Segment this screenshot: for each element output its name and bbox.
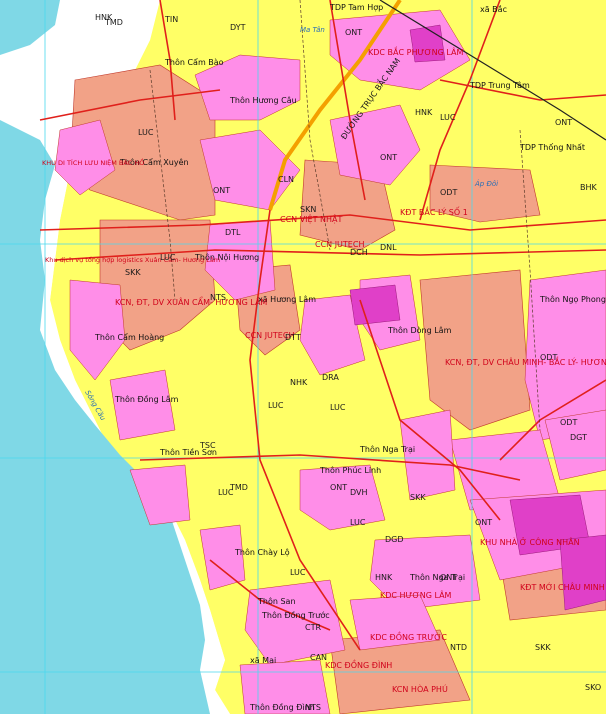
code-luc: LUC <box>290 568 306 577</box>
label-thon-dong-lam-2: Thôn Dòng Lâm <box>387 325 452 335</box>
code-luc: LUC <box>440 113 456 122</box>
code-luc: LUC <box>330 403 346 412</box>
code-cln: CLN <box>278 175 294 184</box>
road-ap-doi: Áp Đôi <box>474 179 498 188</box>
land-use-map[interactable]: xã Hương Lâm xã Bắc TDP Tam Hợp TDP Trun… <box>0 0 606 714</box>
code-odt: ODT <box>440 188 457 197</box>
label-xa-mai: xã Mai <box>250 656 276 665</box>
label-thon-nga-trai: Thôn Nga Trại <box>359 444 415 455</box>
code-hnk: HNK <box>375 573 393 582</box>
label-tdp-trung-tam: TDP Trung Tâm <box>469 81 530 90</box>
zone-kdt-chau-minh: KĐT MỚI CHÂU MINH - MAI ĐÌNH <box>520 581 606 592</box>
code-dgt: DGT <box>570 433 587 442</box>
label-tdp-tam-hop: TDP Tam Hợp <box>329 3 383 12</box>
code-nts: NTS <box>305 703 321 712</box>
code-ont: ONT <box>475 518 492 527</box>
code-ctr: CTR <box>305 623 321 632</box>
code-ont: ONT <box>330 483 347 492</box>
code-skk: SKK <box>125 268 141 277</box>
code-dtl: DTL <box>225 228 241 237</box>
code-hnk: HNK <box>415 108 433 117</box>
zone-kcn-hoa-phu: KCN HÒA PHÚ <box>392 683 448 694</box>
code-dgd: DGD <box>385 535 404 544</box>
code-skk: SKK <box>535 643 551 652</box>
zone-khu-nha-o: KHU NHÀ Ở CÔNG NHÂN <box>480 536 580 547</box>
code-ont: ONT <box>345 28 362 37</box>
zone-kdc-huong-lam: KDC HƯƠNG LÂM <box>380 589 452 600</box>
code-tsc: TSC <box>199 441 216 450</box>
label-thon-san: Thôn San <box>257 596 296 606</box>
label-thon-ngo-phong: Thôn Ngọ Phong <box>539 294 606 304</box>
code-tmd: TMD <box>104 18 123 27</box>
zone-khu-luu-niem: KHU DI TÍCH LƯU NIỆM BÁC HỒ <box>42 157 144 167</box>
code-skk: SKK <box>410 493 426 502</box>
label-thon-chay-lo: Thôn Chày Lộ <box>234 547 290 557</box>
code-ont: ONT <box>440 573 457 582</box>
label-xa-bac: xã Bắc <box>480 4 507 14</box>
label-tdp-thong-nhat: TDP Thống Nhất <box>519 142 585 152</box>
code-odt: ODT <box>560 418 577 427</box>
label-thon-cam-bao: Thôn Cẩm Bào <box>164 57 224 67</box>
code-luc: LUC <box>160 253 176 262</box>
code-nhk: NHK <box>290 378 308 387</box>
code-odt: ODT <box>540 353 557 362</box>
code-ont: ONT <box>380 153 397 162</box>
code-bhk: BHK <box>580 183 598 192</box>
code-dvh: DVH <box>350 488 368 497</box>
label-thon-dong-lam: Thôn Đồng Lâm <box>114 394 179 404</box>
zone-dich-vu-logistics: Khu dịch vụ tổng hợp logistics Xuân Cẩm-… <box>45 255 220 264</box>
code-dnl: DNL <box>380 243 397 252</box>
label-thon-huong-cau: Thôn Hương Câu <box>229 95 297 105</box>
code-luc: LUC <box>138 128 154 137</box>
code-nts: NTS <box>210 293 226 302</box>
code-ont: ONT <box>213 186 230 195</box>
code-skn: SKN <box>300 205 316 214</box>
road-ma-tan: Ma Tân <box>300 26 325 34</box>
code-ont: ONT <box>555 118 572 127</box>
code-ntd: NTD <box>450 643 467 652</box>
code-dyt: DYT <box>230 23 246 32</box>
label-thon-phuc-linh: Thôn Phúc Linh <box>319 465 381 475</box>
code-dra: DRA <box>322 373 339 382</box>
code-tmd: TMD <box>229 483 248 492</box>
code-luc: LUC <box>350 518 366 527</box>
code-sko: SKO <box>585 683 601 692</box>
code-tin: TIN <box>164 15 178 24</box>
label-thon-dong-truoc: Thôn Đồng Trước <box>261 610 330 620</box>
map-canvas: xã Hương Lâm xã Bắc TDP Tam Hợp TDP Trun… <box>0 0 606 714</box>
code-dch: DCH <box>350 248 368 257</box>
code-can: CAN <box>310 653 327 662</box>
label-thon-cam-hoang: Thôn Cẩm Hoàng <box>94 332 164 342</box>
code-luc: LUC <box>268 401 284 410</box>
code-dtt: DTT <box>285 333 301 342</box>
zone-ccn-viet-nhat: CCN VIỆT NHẬT <box>280 213 342 225</box>
